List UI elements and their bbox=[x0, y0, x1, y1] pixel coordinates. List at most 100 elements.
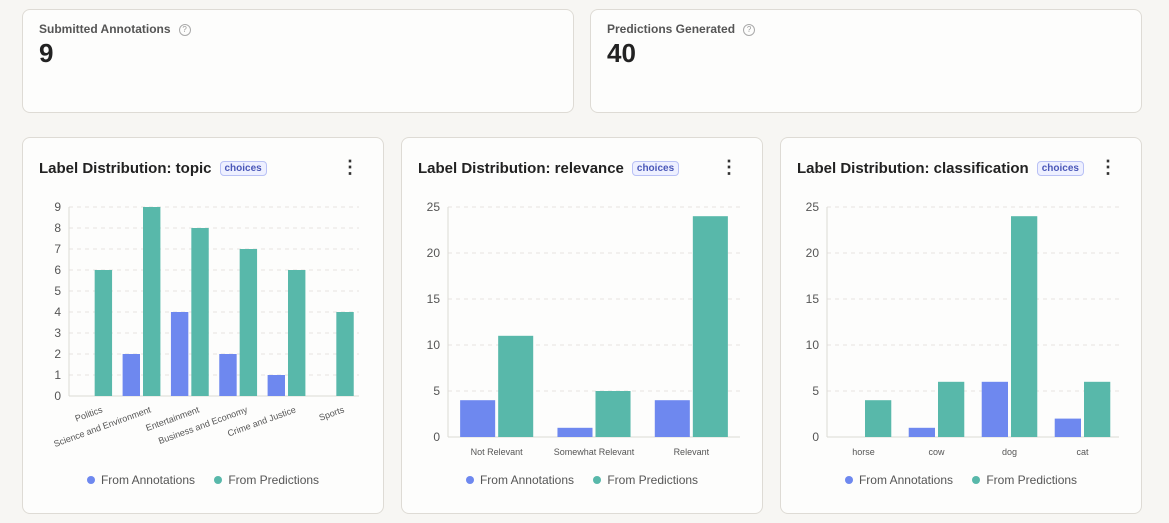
x-tick-label: Politics bbox=[74, 404, 105, 423]
stat-label: Submitted Annotations? bbox=[39, 22, 191, 36]
bar-annotations bbox=[267, 375, 285, 396]
x-tick-label: Sports bbox=[318, 404, 346, 422]
type-badge: choices bbox=[219, 161, 267, 176]
y-tick-label: 25 bbox=[806, 200, 820, 214]
x-tick-label: Somewhat Relevant bbox=[554, 447, 635, 457]
bar-annotations bbox=[122, 354, 140, 396]
y-tick-label: 15 bbox=[427, 292, 441, 306]
more-options-icon[interactable]: ⋮ bbox=[720, 158, 738, 176]
legend-item-annotations[interactable]: From Annotations bbox=[844, 473, 953, 487]
chart-card: Label Distribution: topic choices ⋮ From … bbox=[22, 137, 384, 514]
legend-dot bbox=[465, 476, 474, 484]
y-tick-label: 10 bbox=[427, 338, 441, 352]
legend-label: From Predictions bbox=[228, 473, 320, 487]
stat-value: 40 bbox=[607, 38, 636, 68]
legend-item-annotations[interactable]: From Annotations bbox=[465, 473, 574, 487]
y-tick-label: 5 bbox=[812, 384, 819, 398]
legend-label: From Predictions bbox=[986, 473, 1078, 487]
y-tick-label: 8 bbox=[54, 221, 61, 235]
bar-annotations bbox=[654, 400, 690, 437]
legend: From Annotations From Predictions bbox=[781, 473, 1141, 487]
legend-dot bbox=[593, 476, 602, 484]
legend-dot bbox=[214, 476, 223, 484]
bar-predictions bbox=[938, 381, 965, 437]
bar-predictions bbox=[1084, 381, 1111, 437]
x-tick-label: cat bbox=[1076, 447, 1089, 457]
y-tick-label: 2 bbox=[54, 347, 61, 361]
bar-annotations bbox=[460, 400, 496, 437]
y-tick-label: 0 bbox=[54, 389, 61, 403]
help-icon[interactable]: ? bbox=[743, 24, 756, 36]
y-tick-label: 1 bbox=[54, 368, 61, 382]
bar-predictions bbox=[191, 228, 209, 396]
stat-card-submitted-annotations: Submitted Annotations? 9 bbox=[22, 9, 574, 113]
type-badge: choices bbox=[631, 161, 680, 176]
y-tick-label: 15 bbox=[806, 292, 820, 306]
bar-chart: 0 5 10 15 20 25 Not Relevant Somewhat Relevant R… bbox=[427, 200, 740, 457]
bar-annotations bbox=[219, 354, 237, 396]
stat-card-predictions-generated: Predictions Generated? 40 bbox=[590, 9, 1142, 113]
bar-chart: 0 5 10 15 20 25 horse cow dog cat bbox=[806, 200, 1119, 457]
x-tick-label: cow bbox=[928, 447, 945, 457]
stat-label-text: Predictions Generated bbox=[607, 22, 736, 36]
legend-item-predictions[interactable]: From Predictions bbox=[214, 473, 319, 487]
chart-title: Label Distribution: classification choice… bbox=[797, 160, 1084, 177]
chart-card: Label Distribution: relevance choices ⋮ F… bbox=[401, 137, 763, 514]
y-tick-label: 20 bbox=[806, 246, 820, 260]
x-tick-label: Relevant bbox=[674, 447, 710, 457]
chart-title-text: Label Distribution: relevance bbox=[418, 160, 624, 177]
bar-annotations bbox=[170, 312, 189, 396]
bar-chart: 0123456789PoliticsScience and Environmen… bbox=[52, 200, 359, 449]
chart-title: Label Distribution: relevance choices bbox=[418, 160, 680, 177]
bar-annotations bbox=[981, 381, 1008, 437]
bar-predictions bbox=[865, 400, 892, 437]
bar-annotations bbox=[557, 427, 593, 437]
more-options-icon[interactable]: ⋮ bbox=[341, 158, 359, 176]
x-tick-label: Not Relevant bbox=[471, 447, 524, 457]
legend-item-predictions[interactable]: From Predictions bbox=[972, 473, 1077, 487]
bar-predictions bbox=[692, 216, 728, 437]
bar-predictions bbox=[498, 335, 534, 437]
legend-dot bbox=[972, 476, 981, 484]
y-tick-label: 0 bbox=[812, 430, 819, 444]
bar-predictions bbox=[288, 270, 306, 396]
legend-label: From Annotations bbox=[479, 473, 574, 487]
bar-predictions bbox=[143, 207, 161, 396]
legend: From Annotations From Predictions bbox=[402, 473, 762, 487]
help-icon[interactable]: ? bbox=[178, 24, 191, 36]
bar-annotations bbox=[1054, 418, 1081, 437]
y-tick-label: 6 bbox=[54, 263, 61, 277]
y-tick-label: 20 bbox=[427, 246, 441, 260]
y-tick-label: 7 bbox=[54, 242, 61, 256]
y-tick-label: 5 bbox=[433, 384, 440, 398]
x-tick-label: dog bbox=[1002, 447, 1017, 457]
legend-label: From Annotations bbox=[858, 473, 953, 487]
stat-label: Predictions Generated? bbox=[607, 22, 756, 36]
y-tick-label: 4 bbox=[54, 305, 61, 319]
chart-title-text: Label Distribution: classification bbox=[797, 160, 1029, 177]
y-tick-label: 3 bbox=[54, 326, 61, 340]
bar-predictions bbox=[239, 249, 258, 396]
chart-title: Label Distribution: topic choices bbox=[39, 160, 267, 177]
y-tick-label: 5 bbox=[54, 284, 61, 298]
legend-dot bbox=[86, 476, 95, 484]
stat-value: 9 bbox=[39, 38, 54, 68]
x-tick-label: horse bbox=[852, 447, 875, 457]
bar-predictions bbox=[94, 270, 113, 396]
bar-annotations bbox=[908, 427, 935, 437]
legend-label: From Predictions bbox=[607, 473, 699, 487]
more-options-icon[interactable]: ⋮ bbox=[1099, 158, 1117, 176]
legend-item-annotations[interactable]: From Annotations bbox=[86, 473, 195, 487]
y-tick-label: 10 bbox=[806, 338, 820, 352]
legend-dot bbox=[844, 476, 853, 484]
chart-card: Label Distribution: classification choice… bbox=[780, 137, 1142, 514]
stat-label-text: Submitted Annotations bbox=[39, 22, 171, 36]
legend-item-predictions[interactable]: From Predictions bbox=[593, 473, 698, 487]
type-badge: choices bbox=[1036, 161, 1084, 176]
legend: From Annotations From Predictions bbox=[23, 473, 383, 487]
y-tick-label: 9 bbox=[54, 200, 61, 214]
legend-label: From Annotations bbox=[100, 473, 195, 487]
bar-predictions bbox=[336, 312, 354, 396]
y-tick-label: 0 bbox=[433, 430, 440, 444]
bar-predictions bbox=[595, 391, 631, 437]
